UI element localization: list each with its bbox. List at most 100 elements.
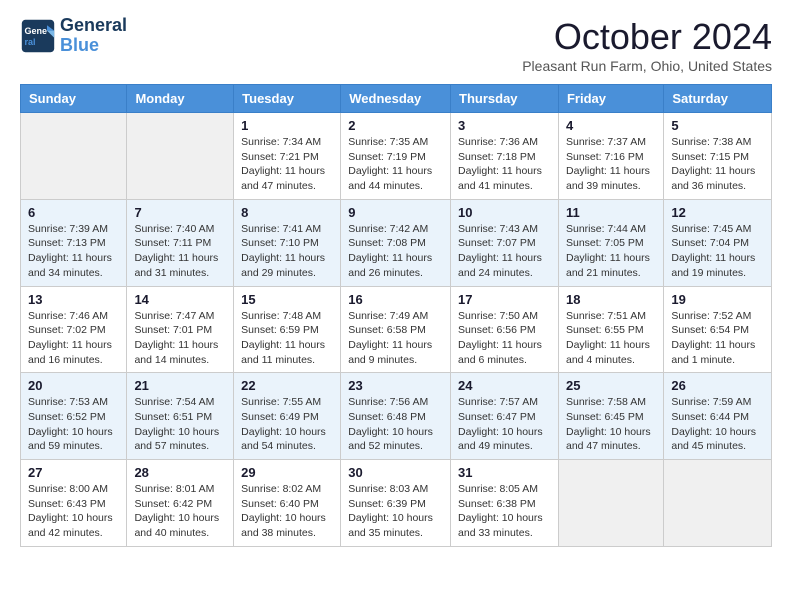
day-info: Sunrise: 8:00 AM Sunset: 6:43 PM Dayligh… xyxy=(28,482,119,541)
day-number: 13 xyxy=(28,292,119,307)
day-info: Sunrise: 7:53 AM Sunset: 6:52 PM Dayligh… xyxy=(28,395,119,454)
col-header-wednesday: Wednesday xyxy=(341,85,451,113)
day-number: 16 xyxy=(348,292,443,307)
day-number: 22 xyxy=(241,378,333,393)
day-number: 29 xyxy=(241,465,333,480)
day-info: Sunrise: 8:01 AM Sunset: 6:42 PM Dayligh… xyxy=(134,482,226,541)
header: Gene ral General Blue October 2024 Pleas… xyxy=(20,16,772,74)
day-info: Sunrise: 7:34 AM Sunset: 7:21 PM Dayligh… xyxy=(241,135,333,194)
day-number: 26 xyxy=(671,378,764,393)
day-cell: 6Sunrise: 7:39 AM Sunset: 7:13 PM Daylig… xyxy=(21,199,127,286)
day-info: Sunrise: 7:35 AM Sunset: 7:19 PM Dayligh… xyxy=(348,135,443,194)
day-number: 18 xyxy=(566,292,656,307)
col-header-sunday: Sunday xyxy=(21,85,127,113)
day-info: Sunrise: 7:38 AM Sunset: 7:15 PM Dayligh… xyxy=(671,135,764,194)
day-cell xyxy=(127,113,234,200)
day-info: Sunrise: 7:36 AM Sunset: 7:18 PM Dayligh… xyxy=(458,135,551,194)
week-row-2: 6Sunrise: 7:39 AM Sunset: 7:13 PM Daylig… xyxy=(21,199,772,286)
day-cell: 12Sunrise: 7:45 AM Sunset: 7:04 PM Dayli… xyxy=(664,199,772,286)
week-row-5: 27 Sunrise: 8:00 AM Sunset: 6:43 PM Dayli… xyxy=(21,460,772,547)
day-info: Sunrise: 7:47 AM Sunset: 7:01 PM Dayligh… xyxy=(134,309,226,368)
title-section: October 2024 Pleasant Run Farm, Ohio, Un… xyxy=(522,16,772,74)
day-info: Sunrise: 7:51 AM Sunset: 6:55 PM Dayligh… xyxy=(566,309,656,368)
day-number: 20 xyxy=(28,378,119,393)
day-cell: 11 Sunrise: 7:44 AM Sunset: 7:05 PM Dayli… xyxy=(558,199,663,286)
day-cell: 18 Sunrise: 7:51 AM Sunset: 6:55 PM Dayli… xyxy=(558,286,663,373)
day-number: 21 xyxy=(134,378,226,393)
day-number: 4 xyxy=(566,118,656,133)
day-cell: 17 Sunrise: 7:50 AM Sunset: 6:56 PM Dayli… xyxy=(451,286,559,373)
day-info: Sunrise: 7:49 AM Sunset: 6:58 PM Dayligh… xyxy=(348,309,443,368)
day-number: 12 xyxy=(671,205,764,220)
day-info: Sunrise: 7:46 AM Sunset: 7:02 PM Dayligh… xyxy=(28,309,119,368)
day-info: Sunrise: 7:59 AM Sunset: 6:44 PM Dayligh… xyxy=(671,395,764,454)
svg-text:ral: ral xyxy=(25,37,36,47)
day-cell xyxy=(21,113,127,200)
day-number: 27 xyxy=(28,465,119,480)
day-number: 1 xyxy=(241,118,333,133)
day-number: 6 xyxy=(28,205,119,220)
day-info: Sunrise: 7:44 AM Sunset: 7:05 PM Dayligh… xyxy=(566,222,656,281)
day-cell: 2 Sunrise: 7:35 AM Sunset: 7:19 PM Daylig… xyxy=(341,113,451,200)
day-cell: 19Sunrise: 7:52 AM Sunset: 6:54 PM Dayli… xyxy=(664,286,772,373)
day-cell: 22Sunrise: 7:55 AM Sunset: 6:49 PM Dayli… xyxy=(234,373,341,460)
header-row: SundayMondayTuesdayWednesdayThursdayFrid… xyxy=(21,85,772,113)
day-cell: 5 Sunrise: 7:38 AM Sunset: 7:15 PM Daylig… xyxy=(664,113,772,200)
day-cell: 14 Sunrise: 7:47 AM Sunset: 7:01 PM Dayli… xyxy=(127,286,234,373)
day-info: Sunrise: 8:02 AM Sunset: 6:40 PM Dayligh… xyxy=(241,482,333,541)
day-info: Sunrise: 7:50 AM Sunset: 6:56 PM Dayligh… xyxy=(458,309,551,368)
day-cell: 15 Sunrise: 7:48 AM Sunset: 6:59 PM Dayli… xyxy=(234,286,341,373)
day-number: 5 xyxy=(671,118,764,133)
day-info: Sunrise: 7:57 AM Sunset: 6:47 PM Dayligh… xyxy=(458,395,551,454)
col-header-friday: Friday xyxy=(558,85,663,113)
day-number: 23 xyxy=(348,378,443,393)
day-number: 17 xyxy=(458,292,551,307)
logo-text-line2: Blue xyxy=(60,36,127,56)
week-row-1: 1 Sunrise: 7:34 AM Sunset: 7:21 PM Daylig… xyxy=(21,113,772,200)
day-info: Sunrise: 7:48 AM Sunset: 6:59 PM Dayligh… xyxy=(241,309,333,368)
day-info: Sunrise: 7:43 AM Sunset: 7:07 PM Dayligh… xyxy=(458,222,551,281)
day-cell xyxy=(558,460,663,547)
day-cell: 27 Sunrise: 8:00 AM Sunset: 6:43 PM Dayli… xyxy=(21,460,127,547)
location: Pleasant Run Farm, Ohio, United States xyxy=(522,58,772,74)
day-number: 24 xyxy=(458,378,551,393)
day-info: Sunrise: 7:56 AM Sunset: 6:48 PM Dayligh… xyxy=(348,395,443,454)
page: Gene ral General Blue October 2024 Pleas… xyxy=(0,0,792,563)
day-info: Sunrise: 7:37 AM Sunset: 7:16 PM Dayligh… xyxy=(566,135,656,194)
day-cell: 26 Sunrise: 7:59 AM Sunset: 6:44 PM Dayli… xyxy=(664,373,772,460)
day-cell: 24 Sunrise: 7:57 AM Sunset: 6:47 PM Dayli… xyxy=(451,373,559,460)
day-info: Sunrise: 7:42 AM Sunset: 7:08 PM Dayligh… xyxy=(348,222,443,281)
day-number: 15 xyxy=(241,292,333,307)
day-number: 8 xyxy=(241,205,333,220)
day-number: 30 xyxy=(348,465,443,480)
day-info: Sunrise: 8:05 AM Sunset: 6:38 PM Dayligh… xyxy=(458,482,551,541)
day-number: 10 xyxy=(458,205,551,220)
logo-text-line1: General xyxy=(60,16,127,36)
day-cell: 20 Sunrise: 7:53 AM Sunset: 6:52 PM Dayli… xyxy=(21,373,127,460)
day-cell: 4 Sunrise: 7:37 AM Sunset: 7:16 PM Daylig… xyxy=(558,113,663,200)
col-header-saturday: Saturday xyxy=(664,85,772,113)
day-number: 11 xyxy=(566,205,656,220)
day-cell: 8Sunrise: 7:41 AM Sunset: 7:10 PM Daylig… xyxy=(234,199,341,286)
day-number: 9 xyxy=(348,205,443,220)
month-title: October 2024 xyxy=(522,16,772,58)
day-number: 19 xyxy=(671,292,764,307)
day-number: 3 xyxy=(458,118,551,133)
col-header-tuesday: Tuesday xyxy=(234,85,341,113)
day-info: Sunrise: 8:03 AM Sunset: 6:39 PM Dayligh… xyxy=(348,482,443,541)
day-cell: 1 Sunrise: 7:34 AM Sunset: 7:21 PM Daylig… xyxy=(234,113,341,200)
day-number: 28 xyxy=(134,465,226,480)
logo: Gene ral General Blue xyxy=(20,16,127,56)
day-info: Sunrise: 7:54 AM Sunset: 6:51 PM Dayligh… xyxy=(134,395,226,454)
day-cell: 13 Sunrise: 7:46 AM Sunset: 7:02 PM Dayli… xyxy=(21,286,127,373)
calendar-table: SundayMondayTuesdayWednesdayThursdayFrid… xyxy=(20,84,772,547)
day-cell xyxy=(664,460,772,547)
day-cell: 25Sunrise: 7:58 AM Sunset: 6:45 PM Dayli… xyxy=(558,373,663,460)
day-number: 31 xyxy=(458,465,551,480)
day-info: Sunrise: 7:58 AM Sunset: 6:45 PM Dayligh… xyxy=(566,395,656,454)
day-number: 14 xyxy=(134,292,226,307)
day-number: 7 xyxy=(134,205,226,220)
day-number: 2 xyxy=(348,118,443,133)
day-cell: 9 Sunrise: 7:42 AM Sunset: 7:08 PM Daylig… xyxy=(341,199,451,286)
col-header-thursday: Thursday xyxy=(451,85,559,113)
